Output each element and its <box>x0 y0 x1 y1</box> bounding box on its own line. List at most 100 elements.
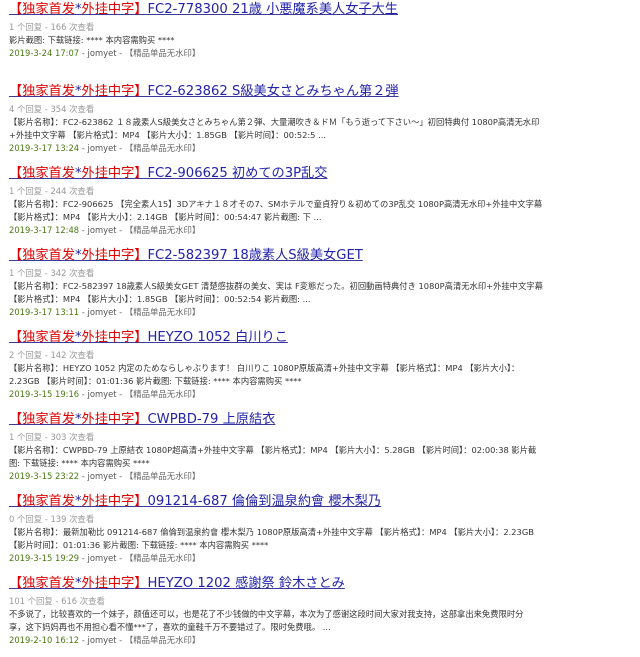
title-prefix-star: * <box>74 84 82 99</box>
thread-excerpt: 【影片名称】：HEYZO 1052 内定のためならしゃぶります！ 白川りこ 10… <box>9 362 632 388</box>
thread-title[interactable]: 【独家首发*外挂中字】FC2-778300 21歳 小悪魔系美人女子大生 <box>9 1 632 20</box>
title-prefix-exclusive: 独家首发 <box>22 330 75 345</box>
separator: - <box>116 48 125 58</box>
thread-title-link[interactable]: 【独家首发*外挂中字】FC2-582397 18歳素人S級美女GET <box>9 248 363 263</box>
title-prefix-open: 【 <box>9 494 23 509</box>
thread-title-link[interactable]: 【独家首发*外挂中字】HEYZO 1202 感謝祭 鈴木さとみ <box>9 576 345 591</box>
separator: - <box>79 307 88 317</box>
author-link[interactable]: jomyet <box>88 143 117 153</box>
separator: - <box>79 48 88 58</box>
title-prefix-star: * <box>74 330 82 345</box>
thread-title-text: FC2-582397 18歳素人S級美女GET <box>147 248 363 263</box>
post-date: 2019-3-15 19:16 <box>9 389 80 399</box>
author-link[interactable]: jomyet <box>88 553 117 563</box>
separator: - <box>79 225 88 235</box>
title-prefix-star: * <box>74 494 82 509</box>
author-link[interactable]: jomyet <box>88 48 117 58</box>
forum-link[interactable]: 【精品单品无水印】 <box>125 389 200 399</box>
forum-link[interactable]: 【精品单品无水印】 <box>125 307 200 317</box>
excerpt-line: 享，这下妈妈再也不用担心看不懂***了，喜欢的童鞋千万不要错过了。限时免费哦。 … <box>9 622 331 632</box>
thread-title-text: FC2-623862 S級美女さとみちゃん第２弾 <box>147 84 399 99</box>
excerpt-line: 【影片名称】：最新加勒比 091214-687 倫倫到温泉約會 櫻木梨乃 108… <box>9 527 534 537</box>
title-prefix-subtitle: 外挂中字 <box>81 494 135 509</box>
thread-excerpt: 不多说了，比较喜欢的一个妹子，颜值还可以，也是花了不少钱做的中文字幕，本次为了感… <box>9 608 632 634</box>
title-prefix-exclusive: 独家首发 <box>22 84 75 99</box>
forum-link[interactable]: 【精品单品无水印】 <box>125 48 200 58</box>
title-prefix-close: 】 <box>134 166 148 181</box>
title-prefix-exclusive: 独家首发 <box>22 576 75 591</box>
title-prefix-close: 】 <box>134 494 148 509</box>
title-prefix-open: 【 <box>9 248 23 263</box>
thread-item: 【独家首发*外挂中字】HEYZO 1202 感謝祭 鈴木さとみ 101 个回复 … <box>9 575 632 657</box>
thread-title-link[interactable]: 【独家首发*外挂中字】091214-687 倫倫到温泉約會 櫻木梨乃 <box>9 494 381 509</box>
thread-stats: 1 个回复 - 342 次查看 <box>9 268 95 278</box>
thread-footer: 2019-3-15 19:29 - jomyet - 【精品单品无水印】 <box>9 552 632 565</box>
post-date: 2019-3-17 13:24 <box>9 143 80 153</box>
thread-title[interactable]: 【独家首发*外挂中字】FC2-623862 S級美女さとみちゃん第２弾 <box>9 83 632 102</box>
thread-title[interactable]: 【独家首发*外挂中字】FC2-582397 18歳素人S級美女GET <box>9 247 632 266</box>
title-prefix-open: 【 <box>9 166 23 181</box>
author-link[interactable]: jomyet <box>88 225 117 235</box>
forum-link[interactable]: 【精品单品无水印】 <box>125 143 200 153</box>
thread-stats: 1 个回复 - 244 次查看 <box>9 186 95 196</box>
excerpt-line: 影片截图: 下载链接: **** 本内容需购买 **** <box>9 35 175 45</box>
forum-link[interactable]: 【精品单品无水印】 <box>125 553 200 563</box>
thread-title-link[interactable]: 【独家首发*外挂中字】FC2-623862 S級美女さとみちゃん第２弾 <box>9 84 399 99</box>
thread-title-link[interactable]: 【独家首发*外挂中字】FC2-778300 21歳 小悪魔系美人女子大生 <box>9 2 398 17</box>
thread-footer: 2019-3-24 17:07 - jomyet - 【精品单品无水印】 <box>9 47 632 60</box>
excerpt-line: 【影片格式】：MP4 【影片大小】：1.85GB 【影片时间】：00:52:54… <box>9 294 311 304</box>
title-prefix-open: 【 <box>9 330 23 345</box>
title-prefix-star: * <box>74 412 82 427</box>
title-prefix-subtitle: 外挂中字 <box>81 2 135 17</box>
thread-title[interactable]: 【独家首发*外挂中字】FC2-906625 初めての3P乱交 <box>9 165 632 184</box>
thread-item: 【独家首发*外挂中字】091214-687 倫倫到温泉約會 櫻木梨乃 0 个回复… <box>9 493 632 575</box>
thread-stats: 1 个回复 - 303 次查看 <box>9 432 95 442</box>
excerpt-line: 【影片名称】：CWPBD-79 上原結衣 1080P超高清+外挂中文字幕 【影片… <box>9 445 537 455</box>
author-link[interactable]: jomyet <box>88 307 117 317</box>
forum-link[interactable]: 【精品单品无水印】 <box>125 225 200 235</box>
title-prefix-exclusive: 独家首发 <box>22 494 75 509</box>
post-date: 2019-3-24 17:07 <box>9 48 80 58</box>
separator: - <box>116 553 125 563</box>
thread-excerpt: 【影片名称】：FC2-906625 【完全素人15】3Dアキナ１８才その7、SM… <box>9 198 632 224</box>
excerpt-line: 【影片名称】：FC2-623862 １８歳素人S級美女さとみちゃん第２弾、大量潮… <box>9 117 540 127</box>
thread-title-link[interactable]: 【独家首发*外挂中字】FC2-906625 初めての3P乱交 <box>9 166 327 181</box>
excerpt-line: 不多说了，比较喜欢的一个妹子，颜值还可以，也是花了不少钱做的中文字幕，本次为了感… <box>9 609 524 619</box>
excerpt-line: 【影片名称】：HEYZO 1052 内定のためならしゃぶります！ 白川りこ 10… <box>9 363 520 373</box>
title-prefix-close: 】 <box>134 248 148 263</box>
title-prefix-open: 【 <box>9 84 23 99</box>
thread-footer: 2019-2-10 16:12 - jomyet - 【精品单品无水印】 <box>9 634 632 647</box>
title-prefix-subtitle: 外挂中字 <box>81 576 135 591</box>
separator: - <box>79 143 88 153</box>
title-prefix-star: * <box>74 2 82 17</box>
thread-title[interactable]: 【独家首发*外挂中字】091214-687 倫倫到温泉約會 櫻木梨乃 <box>9 493 632 512</box>
title-prefix-close: 】 <box>134 412 148 427</box>
author-link[interactable]: jomyet <box>88 389 117 399</box>
thread-title-text: CWPBD-79 上原結衣 <box>147 412 276 427</box>
author-link[interactable]: jomyet <box>88 471 117 481</box>
excerpt-line: 【影片时间】：01:01:36 影片截图: 下载链接: **** 本内容需购买 … <box>9 540 269 550</box>
thread-stats: 2 个回复 - 142 次查看 <box>9 350 95 360</box>
separator: - <box>116 225 125 235</box>
thread-title-link[interactable]: 【独家首发*外挂中字】HEYZO 1052 白川りこ <box>9 330 288 345</box>
thread-footer: 2019-3-15 19:16 - jomyet - 【精品单品无水印】 <box>9 388 632 401</box>
thread-item: 【独家首发*外挂中字】CWPBD-79 上原結衣 1 个回复 - 303 次查看… <box>9 411 632 493</box>
title-prefix-open: 【 <box>9 412 23 427</box>
title-prefix-close: 】 <box>134 330 148 345</box>
thread-list: 【独家首发*外挂中字】FC2-778300 21歳 小悪魔系美人女子大生 1 个… <box>0 0 640 657</box>
post-date: 2019-3-17 13:11 <box>9 307 80 317</box>
excerpt-line: +外挂中文字幕 【影片格式】：MP4 【影片大小】：1.85GB 【影片时间】：… <box>9 130 327 140</box>
thread-title-text: FC2-778300 21歳 小悪魔系美人女子大生 <box>147 2 398 17</box>
separator: - <box>79 389 88 399</box>
thread-title[interactable]: 【独家首发*外挂中字】HEYZO 1052 白川りこ <box>9 329 632 348</box>
thread-title[interactable]: 【独家首发*外挂中字】CWPBD-79 上原結衣 <box>9 411 632 430</box>
title-prefix-subtitle: 外挂中字 <box>81 330 135 345</box>
thread-title-link[interactable]: 【独家首发*外挂中字】CWPBD-79 上原結衣 <box>9 412 275 427</box>
title-prefix-subtitle: 外挂中字 <box>81 412 135 427</box>
thread-title-text: FC2-906625 初めての3P乱交 <box>147 166 328 181</box>
forum-link[interactable]: 【精品单品无水印】 <box>125 471 200 481</box>
title-prefix-subtitle: 外挂中字 <box>81 84 135 99</box>
thread-title[interactable]: 【独家首发*外挂中字】HEYZO 1202 感謝祭 鈴木さとみ <box>9 575 632 594</box>
thread-footer: 2019-3-17 12:48 - jomyet - 【精品单品无水印】 <box>9 224 632 237</box>
thread-excerpt: 影片截图: 下载链接: **** 本内容需购买 **** <box>9 34 632 47</box>
